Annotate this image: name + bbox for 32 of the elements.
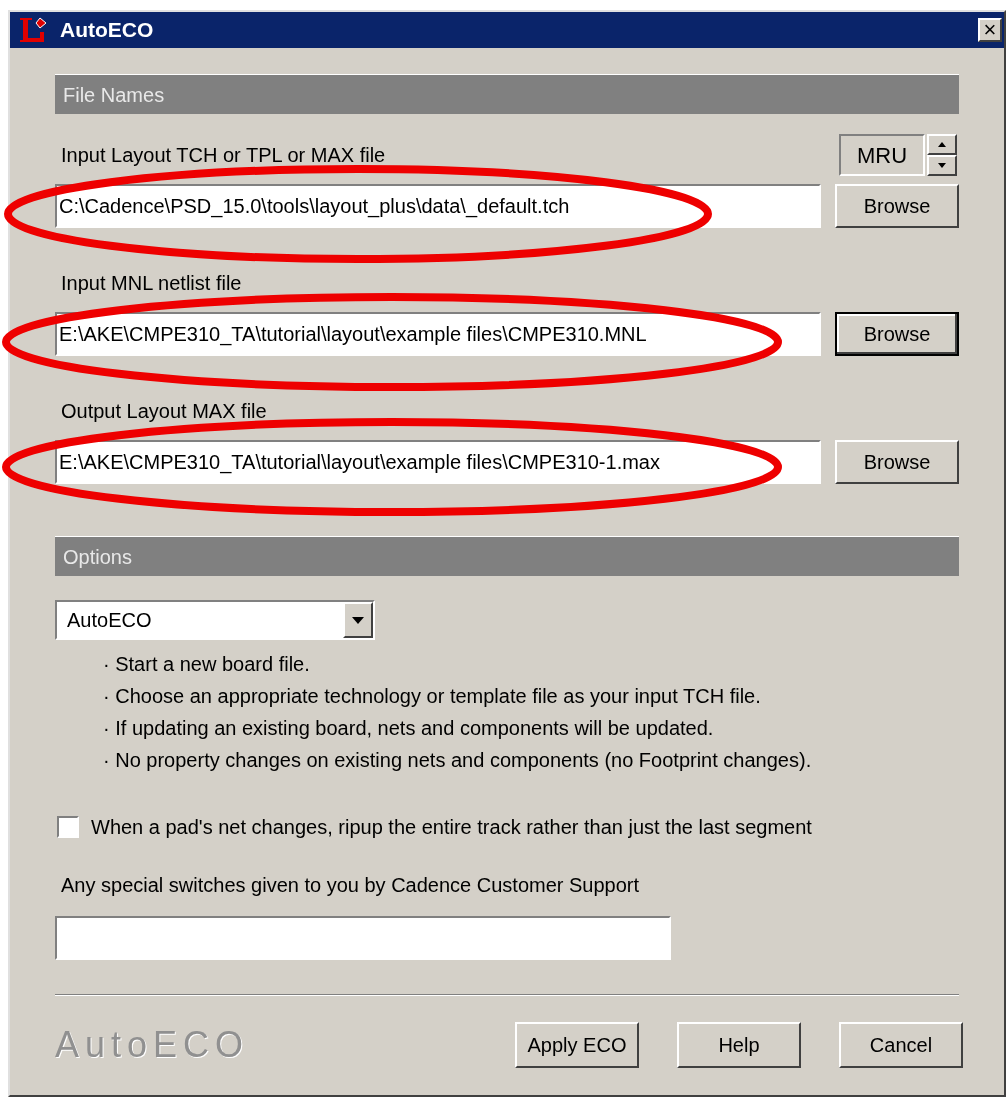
mru-field[interactable]: MRU	[839, 134, 925, 176]
switches-input-field[interactable]	[55, 916, 671, 960]
dialog-button[interactable]: Help	[677, 1022, 801, 1068]
spin-up-button[interactable]	[927, 134, 957, 155]
dialog-button[interactable]: Apply ECO	[515, 1022, 639, 1068]
browse-button[interactable]: Browse	[835, 184, 959, 228]
option-note: · Start a new board file.	[103, 652, 311, 677]
option-note: · No property changes on existing nets and components (no Footprint changes).	[103, 748, 813, 773]
option-note: · If updating an existing board, nets and components will be updated.	[103, 716, 715, 741]
autoeco-logo: AutoECO	[55, 1023, 250, 1067]
path-input-field[interactable]: E:\AKE\CMPE310_TA\tutorial\layout\example files\CMPE310.MNL	[55, 312, 821, 356]
field-label: Input Layout TCH or TPL or MAX file	[61, 143, 386, 168]
section-header: File Names	[55, 74, 959, 114]
spin-down-button[interactable]	[927, 155, 957, 176]
down-arrow-icon	[938, 163, 946, 168]
section-header: Options	[55, 536, 959, 576]
browse-button[interactable]: Browse	[835, 312, 959, 356]
close-button[interactable]: ×	[978, 18, 1002, 42]
option-note: · Choose an appropriate technology or template file as your input TCH file.	[103, 684, 762, 709]
path-input-field[interactable]: C:\Cadence\PSD_15.0\tools\layout_plus\data\_default.tch	[55, 184, 821, 228]
mode-dropdown[interactable]: AutoECO	[55, 600, 375, 640]
checkbox-label: When a pad's net changes, ripup the entire track rather than just the last segment	[91, 815, 812, 840]
up-arrow-icon	[938, 142, 946, 147]
dropdown-arrow-icon	[352, 616, 364, 624]
field-label: Output Layout MAX file	[61, 399, 267, 424]
field-label: Input MNL netlist file	[61, 271, 242, 296]
dialog-button[interactable]: Cancel	[839, 1022, 963, 1068]
ripup-checkbox[interactable]	[57, 816, 79, 838]
switches-label: Any special switches given to you by Cadence Customer Support	[61, 873, 641, 898]
path-input-field[interactable]: E:\AKE\CMPE310_TA\tutorial\layout\example files\CMPE310-1.max	[55, 440, 821, 484]
window-title: AutoECO	[60, 17, 155, 44]
browse-button[interactable]: Browse	[835, 440, 959, 484]
